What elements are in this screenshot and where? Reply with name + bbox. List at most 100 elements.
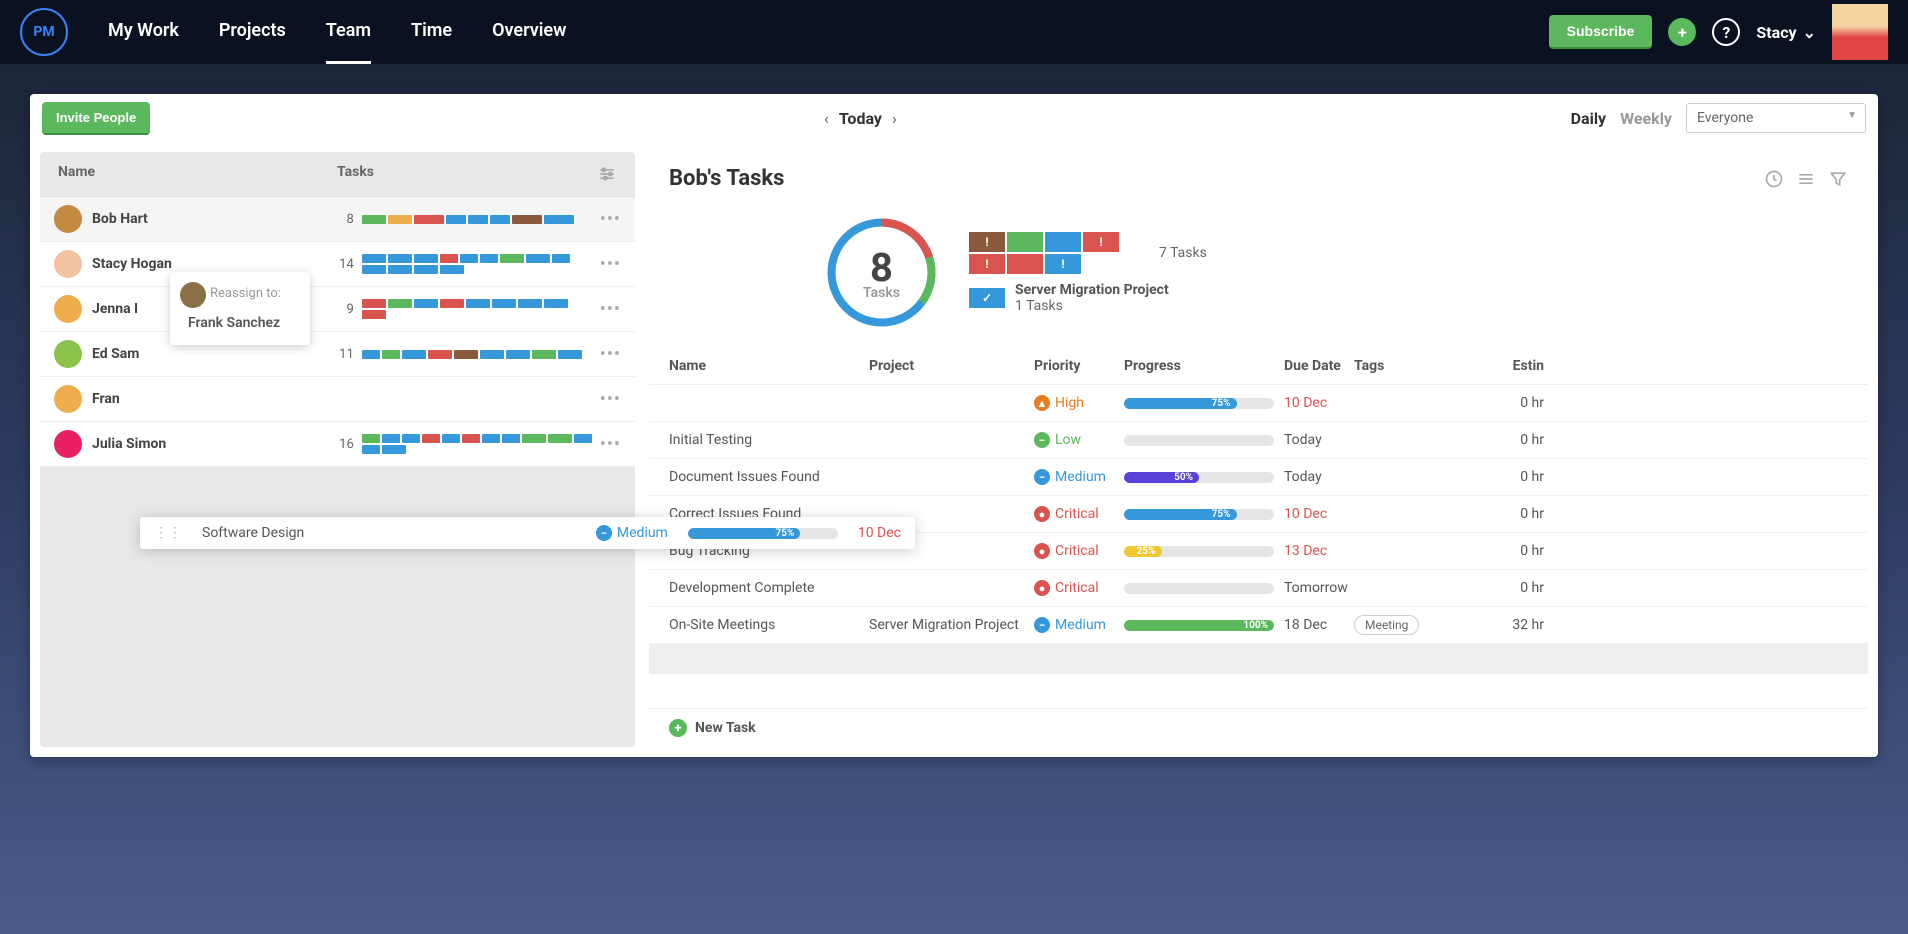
- user-avatar[interactable]: [1832, 4, 1888, 60]
- task-priority: −Medium: [1034, 617, 1124, 633]
- date-label[interactable]: Today: [839, 109, 882, 128]
- reassign-popup[interactable]: Reassign to: Frank Sanchez: [170, 272, 310, 345]
- status-block[interactable]: [1007, 232, 1043, 252]
- nav-my-work[interactable]: My Work: [108, 0, 179, 64]
- th-due: Due Date: [1284, 358, 1354, 374]
- column-header-name: Name: [58, 164, 337, 184]
- nav-projects[interactable]: Projects: [219, 0, 286, 64]
- team-row[interactable]: Bob Hart 8 •••: [40, 197, 635, 242]
- team-member-name: Stacy Hogan: [92, 256, 324, 272]
- status-block[interactable]: !: [969, 232, 1005, 252]
- task-row[interactable]: Document Issues Found −Medium 50% Today …: [649, 459, 1868, 496]
- drag-task-priority: −Medium: [596, 525, 668, 541]
- task-count: 11: [324, 347, 354, 362]
- nav-team[interactable]: Team: [326, 0, 371, 64]
- plus-icon: +: [669, 719, 687, 737]
- tag-chip: Meeting: [1354, 615, 1419, 635]
- team-row[interactable]: Stacy Hogan 14 •••: [40, 242, 635, 287]
- task-due: 10 Dec: [1284, 395, 1354, 411]
- avatar: [54, 295, 82, 323]
- daily-toggle[interactable]: Daily: [1571, 109, 1606, 128]
- task-priority: ●Critical: [1034, 580, 1124, 596]
- topbar: PM My Work Projects Team Time Overview Subsc…: [0, 0, 1908, 64]
- dragging-task[interactable]: ⋮⋮ Software Design −Medium 75% 10 Dec: [140, 517, 915, 549]
- main-nav: My Work Projects Team Time Overview: [108, 0, 566, 64]
- reassign-target-name: Frank Sanchez: [188, 315, 292, 331]
- add-button[interactable]: +: [1668, 18, 1696, 46]
- task-due: 10 Dec: [1284, 506, 1354, 522]
- task-due: Today: [1284, 432, 1354, 448]
- clock-icon[interactable]: [1764, 169, 1784, 189]
- more-icon[interactable]: •••: [600, 299, 621, 320]
- avatar: [54, 250, 82, 278]
- user-menu[interactable]: Stacy ⌄: [1756, 23, 1816, 42]
- invite-people-button[interactable]: Invite People: [42, 102, 150, 135]
- status-block[interactable]: [1045, 232, 1081, 252]
- task-bars: [362, 254, 592, 274]
- task-priority: ●Critical: [1034, 543, 1124, 559]
- task-row[interactable]: On-Site Meetings Server Migration Projec…: [649, 607, 1868, 644]
- nav-overview[interactable]: Overview: [492, 0, 566, 64]
- task-due: Today: [1284, 469, 1354, 485]
- view-toggle: Daily Weekly: [1571, 109, 1672, 128]
- column-header-tasks: Tasks: [337, 164, 587, 184]
- filter-icon[interactable]: [1828, 169, 1848, 189]
- task-count: 14: [324, 257, 354, 272]
- task-count: 16: [324, 437, 354, 452]
- task-estimate: 0 hr: [1494, 395, 1544, 411]
- task-row[interactable]: Development Complete ●Critical Tomorrow …: [649, 570, 1868, 607]
- nav-time[interactable]: Time: [411, 0, 452, 64]
- drag-task-title: Software Design: [202, 525, 576, 541]
- task-bars: [362, 350, 592, 359]
- task-estimate: 0 hr: [1494, 432, 1544, 448]
- status-block[interactable]: !: [1083, 232, 1119, 252]
- settings-icon[interactable]: [597, 164, 617, 184]
- status-group: !!!!7 Tasks: [969, 232, 1207, 274]
- task-estimate: 0 hr: [1494, 543, 1544, 559]
- donut-count: 8: [870, 244, 893, 291]
- toolbar: Invite People ‹ Today › Daily Weekly Eve…: [30, 94, 1878, 142]
- logo: PM: [20, 8, 68, 56]
- status-block[interactable]: !: [1045, 254, 1081, 274]
- task-due: Tomorrow: [1284, 580, 1354, 596]
- next-day-button[interactable]: ›: [892, 109, 897, 128]
- status-block[interactable]: ✓: [969, 288, 1005, 308]
- task-row[interactable]: Initial Testing −Low Today 0 hr: [649, 422, 1868, 459]
- th-priority: Priority: [1034, 358, 1124, 374]
- team-list-panel: Name Tasks Bob Hart 8 ••• Stacy Hogan 14…: [40, 152, 635, 747]
- task-due: 18 Dec: [1284, 617, 1354, 633]
- user-name-label: Stacy: [1756, 23, 1796, 42]
- task-row[interactable]: ▲High 75% 10 Dec 0 hr: [649, 385, 1868, 422]
- task-count: 9: [324, 302, 354, 317]
- team-row[interactable]: Julia Simon 16 •••: [40, 422, 635, 467]
- status-block[interactable]: !: [969, 254, 1005, 274]
- subscribe-button[interactable]: Subscribe: [1549, 15, 1653, 49]
- new-task-button[interactable]: + New Task: [649, 708, 1868, 747]
- drag-handle-icon: ⋮⋮: [154, 525, 182, 541]
- more-icon[interactable]: •••: [600, 389, 621, 410]
- task-name: On-Site Meetings: [669, 617, 869, 633]
- team-filter-select[interactable]: Everyone: [1686, 103, 1866, 133]
- weekly-toggle[interactable]: Weekly: [1620, 109, 1672, 128]
- team-row[interactable]: Fran •••: [40, 377, 635, 422]
- team-row[interactable]: Ed Sam 11 •••: [40, 332, 635, 377]
- th-est: Estin: [1494, 358, 1544, 374]
- status-block[interactable]: [1007, 254, 1043, 274]
- team-row[interactable]: Jenna I 9 ••• Reassign to: Frank Sanchez: [40, 287, 635, 332]
- status-group: ✓Server Migration Project1 Tasks: [969, 282, 1207, 314]
- more-icon[interactable]: •••: [600, 209, 621, 230]
- task-progress: 50%: [1124, 472, 1284, 483]
- avatar: [54, 385, 82, 413]
- more-icon[interactable]: •••: [600, 344, 621, 365]
- more-icon[interactable]: •••: [600, 254, 621, 275]
- help-button[interactable]: ?: [1712, 18, 1740, 46]
- avatar: [54, 205, 82, 233]
- avatar: [180, 282, 206, 308]
- prev-day-button[interactable]: ‹: [824, 109, 829, 128]
- task-priority: ●Critical: [1034, 506, 1124, 522]
- more-icon[interactable]: •••: [600, 434, 621, 455]
- th-name: Name: [669, 358, 869, 374]
- sliders-icon[interactable]: [1796, 169, 1816, 189]
- th-project: Project: [869, 358, 1034, 374]
- task-name: Document Issues Found: [669, 469, 869, 485]
